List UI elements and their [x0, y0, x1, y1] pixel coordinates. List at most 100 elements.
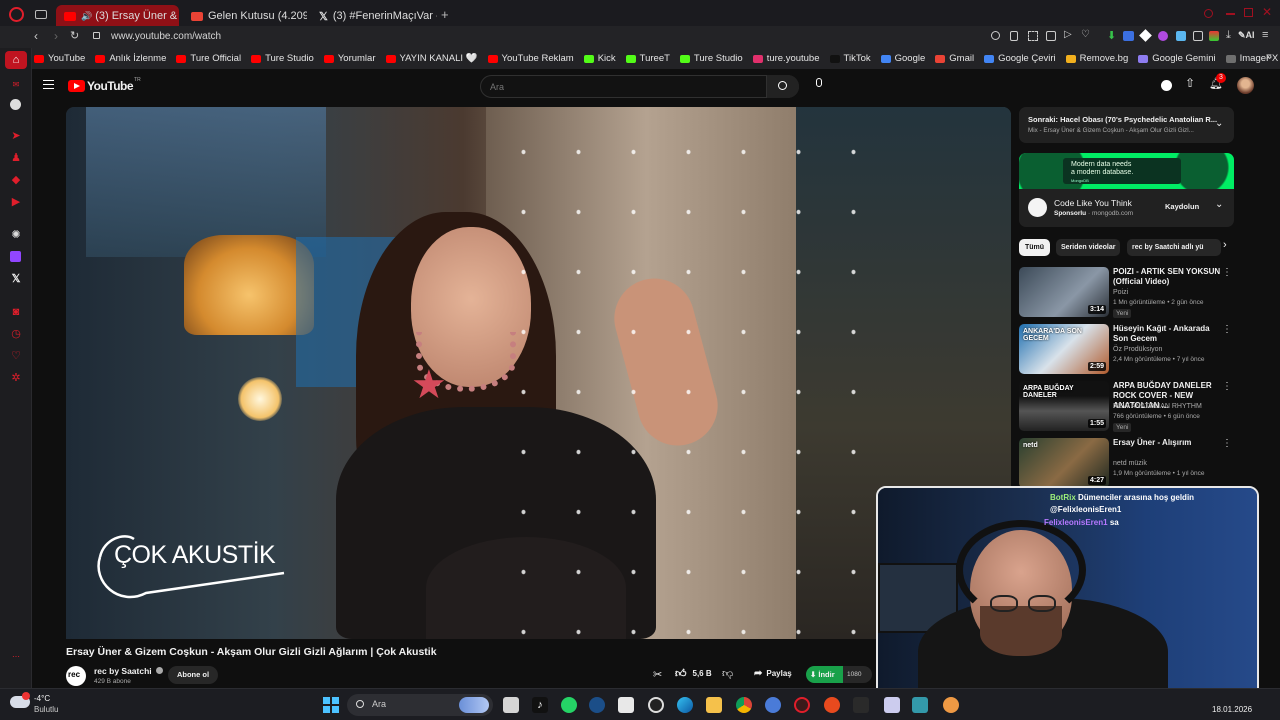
ad-chevron-down-icon[interactable]: ⌄: [1215, 199, 1223, 210]
extension-blue-icon[interactable]: [1176, 31, 1186, 41]
bookmark-item[interactable]: Google Gemini: [1138, 53, 1216, 64]
app-store-icon[interactable]: [618, 697, 634, 713]
snapshot-icon[interactable]: [1028, 31, 1038, 41]
upload-icon[interactable]: ⇧: [1185, 76, 1195, 90]
ad-cta-button[interactable]: Kaydolun: [1165, 202, 1199, 211]
video-title-link[interactable]: Hüseyin Kağıt - Ankarada Son Gecem: [1113, 324, 1223, 344]
video-thumbnail[interactable]: netd 4:27: [1019, 438, 1109, 488]
more-options-icon[interactable]: ⋮: [1222, 267, 1232, 278]
home-icon[interactable]: ⌂: [5, 51, 27, 69]
menu-icon[interactable]: ≡: [1262, 29, 1268, 41]
obs-icon[interactable]: [648, 697, 664, 713]
x-sidebar-icon[interactable]: 𝕏: [9, 272, 23, 286]
dislike-button[interactable]: 👎︎: [722, 667, 733, 680]
download-button[interactable]: ⬇ İndir 1080: [806, 666, 872, 683]
workspace-icon[interactable]: ♟: [9, 151, 23, 165]
game-launcher-icon[interactable]: [824, 697, 840, 713]
youtube-side-icon[interactable]: ▶: [9, 195, 23, 209]
clock-icon[interactable]: ◷: [9, 327, 23, 341]
bookmark-item[interactable]: Yorumlar: [323, 53, 376, 64]
channel-name[interactable]: Öz Prodüksiyon: [1113, 346, 1162, 353]
downloads-icon[interactable]: ⤓: [1226, 29, 1231, 42]
settings-gear-icon[interactable]: ✲: [9, 371, 23, 385]
steam-icon[interactable]: [589, 697, 605, 713]
bookmark-item[interactable]: YouTube: [34, 53, 85, 64]
more-options-icon[interactable]: ⋮: [1222, 438, 1232, 449]
tray-app3-icon[interactable]: [943, 697, 959, 713]
history-icon[interactable]: ◙: [9, 305, 23, 319]
bookmark-item[interactable]: YAYIN KANALI 🤍: [385, 53, 478, 64]
video-title-link[interactable]: Ersay Üner - Alışırım: [1113, 438, 1223, 448]
extension-purple-icon[interactable]: [1158, 31, 1168, 41]
video-player[interactable]: ★ ÇOK AKUSTİK: [66, 107, 1011, 639]
tray-app-icon[interactable]: [884, 697, 900, 713]
download-arrow-icon[interactable]: ⬇: [1107, 29, 1116, 42]
chatgpt-icon[interactable]: ✺: [9, 228, 23, 242]
close-window-icon[interactable]: ✕: [1262, 5, 1272, 19]
tray-app2-icon[interactable]: [912, 697, 928, 713]
back-icon[interactable]: ‹: [34, 29, 38, 43]
extension-diamond-icon[interactable]: [1139, 29, 1152, 42]
like-button[interactable]: 👍︎ 5,6 B: [675, 667, 712, 680]
twitch-icon[interactable]: [9, 250, 23, 264]
chevron-down-icon[interactable]: ⌄: [1215, 118, 1223, 129]
bookmark-item[interactable]: TureeT: [625, 53, 670, 64]
tab-gmail[interactable]: Gelen Kutusu (4.209) - tu: [183, 5, 307, 27]
search-input[interactable]: [490, 80, 760, 94]
translate-icon[interactable]: [1123, 31, 1134, 41]
mail-icon[interactable]: ✉: [9, 78, 23, 92]
bookmark-item[interactable]: Gmail: [935, 53, 974, 64]
heart-icon[interactable]: ♡: [1081, 29, 1090, 40]
whatsapp-icon[interactable]: [561, 697, 577, 713]
channel-name[interactable]: NEW ANATOLIAN RHYTHM: [1113, 403, 1202, 410]
account-avatar[interactable]: [1237, 77, 1254, 94]
extension-multi-icon[interactable]: [1209, 31, 1219, 41]
youtube-logo[interactable]: YouTube TR: [68, 77, 141, 93]
video-thumbnail[interactable]: ANKARA'DA SON GECEM 2:59: [1019, 324, 1109, 374]
mic-button[interactable]: [812, 77, 826, 93]
search-button[interactable]: [766, 75, 799, 98]
bookmark-item[interactable]: Ture Official: [176, 53, 241, 64]
bookmark-item[interactable]: TikTok: [829, 53, 871, 64]
bookmark-heart-icon[interactable]: ♡: [9, 349, 23, 363]
video-thumbnail[interactable]: ARPA BUĞDAY DANELER 1:55: [1019, 381, 1109, 431]
video-title-link[interactable]: POIZI - ARTIK SEN YOKSUN (Official Video…: [1113, 267, 1223, 287]
chip-series[interactable]: Seriden videolar: [1056, 239, 1121, 256]
bookmark-item[interactable]: Remove.bg: [1065, 53, 1128, 64]
more-options-icon[interactable]: ⋮: [1222, 381, 1232, 392]
channel-name[interactable]: netd müzik: [1113, 460, 1147, 467]
tab-overview-icon[interactable]: [35, 10, 47, 19]
maximize-icon[interactable]: [1244, 8, 1253, 17]
zoom-icon[interactable]: [991, 31, 1000, 40]
tab-youtube[interactable]: 🔊 (3) Ersay Üner & Gizem: [56, 5, 179, 27]
puzzle-icon[interactable]: [1193, 31, 1203, 41]
forward-icon[interactable]: ›: [54, 29, 58, 43]
hamburger-icon[interactable]: [43, 80, 54, 89]
tab-x[interactable]: 𝕏 (3) #FenerinMaçıVar - ✕: [311, 5, 437, 27]
chromium-icon[interactable]: [765, 697, 781, 713]
reload-icon[interactable]: ↻: [70, 29, 79, 42]
more-options-icon[interactable]: ⋮: [1222, 324, 1232, 335]
opera-logo-icon[interactable]: [9, 7, 24, 22]
telegram-icon[interactable]: ➤: [9, 129, 23, 143]
recommendation-item[interactable]: 3:14 POIZI - ARTIK SEN YOKSUN (Official V…: [1019, 267, 1234, 319]
pin-icon[interactable]: [1010, 31, 1018, 41]
bookmark-item[interactable]: ture.youtube: [752, 53, 820, 64]
recommendation-item[interactable]: netd 4:27 Ersay Üner - Alışırım netd müzik 1…: [1019, 438, 1234, 490]
clip-button[interactable]: ✂: [653, 668, 662, 681]
weather-widget[interactable]: -4°C Bulutlu: [10, 692, 90, 717]
epic-games-icon[interactable]: [853, 697, 869, 713]
channel-name[interactable]: rec by Saatchi: [94, 666, 164, 676]
sidebar-more-icon[interactable]: ⋯: [9, 650, 23, 664]
tiktok-icon[interactable]: ♪: [532, 697, 548, 713]
chip-all[interactable]: Tümü: [1019, 239, 1051, 256]
video-thumbnail[interactable]: 3:14: [1019, 267, 1109, 317]
recommendation-item[interactable]: ARPA BUĞDAY DANELER 1:55 ARPA BUĞDAY DANEL…: [1019, 381, 1234, 433]
url-field[interactable]: www.youtube.com/watch: [111, 31, 221, 42]
ai-extension-icon[interactable]: ✎AI: [1238, 30, 1255, 41]
subscribe-button[interactable]: Abone ol: [168, 666, 218, 684]
bookmark-item[interactable]: Google Çeviri: [984, 53, 1056, 64]
chip-channel[interactable]: rec by Saatchi adlı yü: [1127, 239, 1221, 256]
bookmark-item[interactable]: YouTube Reklam: [487, 53, 574, 64]
file-explorer-icon[interactable]: [706, 697, 722, 713]
